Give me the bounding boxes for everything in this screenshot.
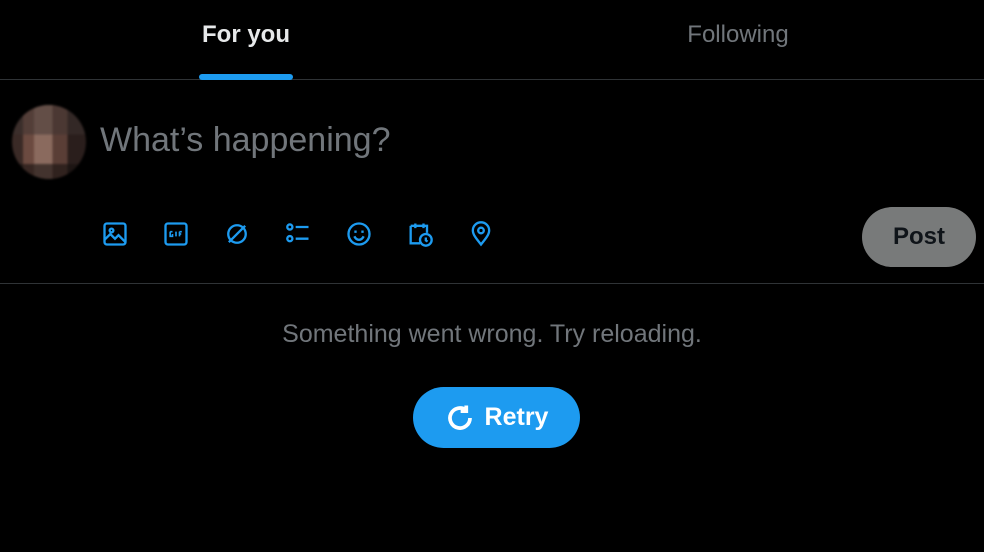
post-button[interactable]: Post	[862, 207, 976, 267]
tab-for-you-label: For you	[202, 21, 290, 48]
emoji-icon[interactable]	[344, 219, 374, 249]
composer-toolbar	[100, 219, 496, 249]
schedule-icon[interactable]	[405, 219, 435, 249]
error-message: Something went wrong. Try reloading.	[282, 320, 702, 348]
tab-for-you[interactable]: For you	[0, 0, 492, 80]
timeline-tabs: For you Following	[0, 0, 984, 80]
image-icon[interactable]	[100, 219, 130, 249]
post-composer: What’s happening? Post	[0, 81, 984, 284]
location-icon[interactable]	[466, 219, 496, 249]
avatar[interactable]	[12, 105, 86, 179]
poll-icon[interactable]	[283, 219, 313, 249]
compose-input[interactable]: What’s happening?	[100, 121, 390, 160]
gif-icon[interactable]	[161, 219, 191, 249]
tab-following-label: Following	[687, 21, 789, 48]
retry-button[interactable]: Retry	[413, 387, 580, 448]
refresh-icon	[447, 405, 472, 430]
tab-following[interactable]: Following	[492, 0, 984, 79]
active-tab-indicator	[199, 74, 293, 80]
grok-icon[interactable]	[222, 219, 252, 249]
retry-label: Retry	[484, 403, 549, 431]
